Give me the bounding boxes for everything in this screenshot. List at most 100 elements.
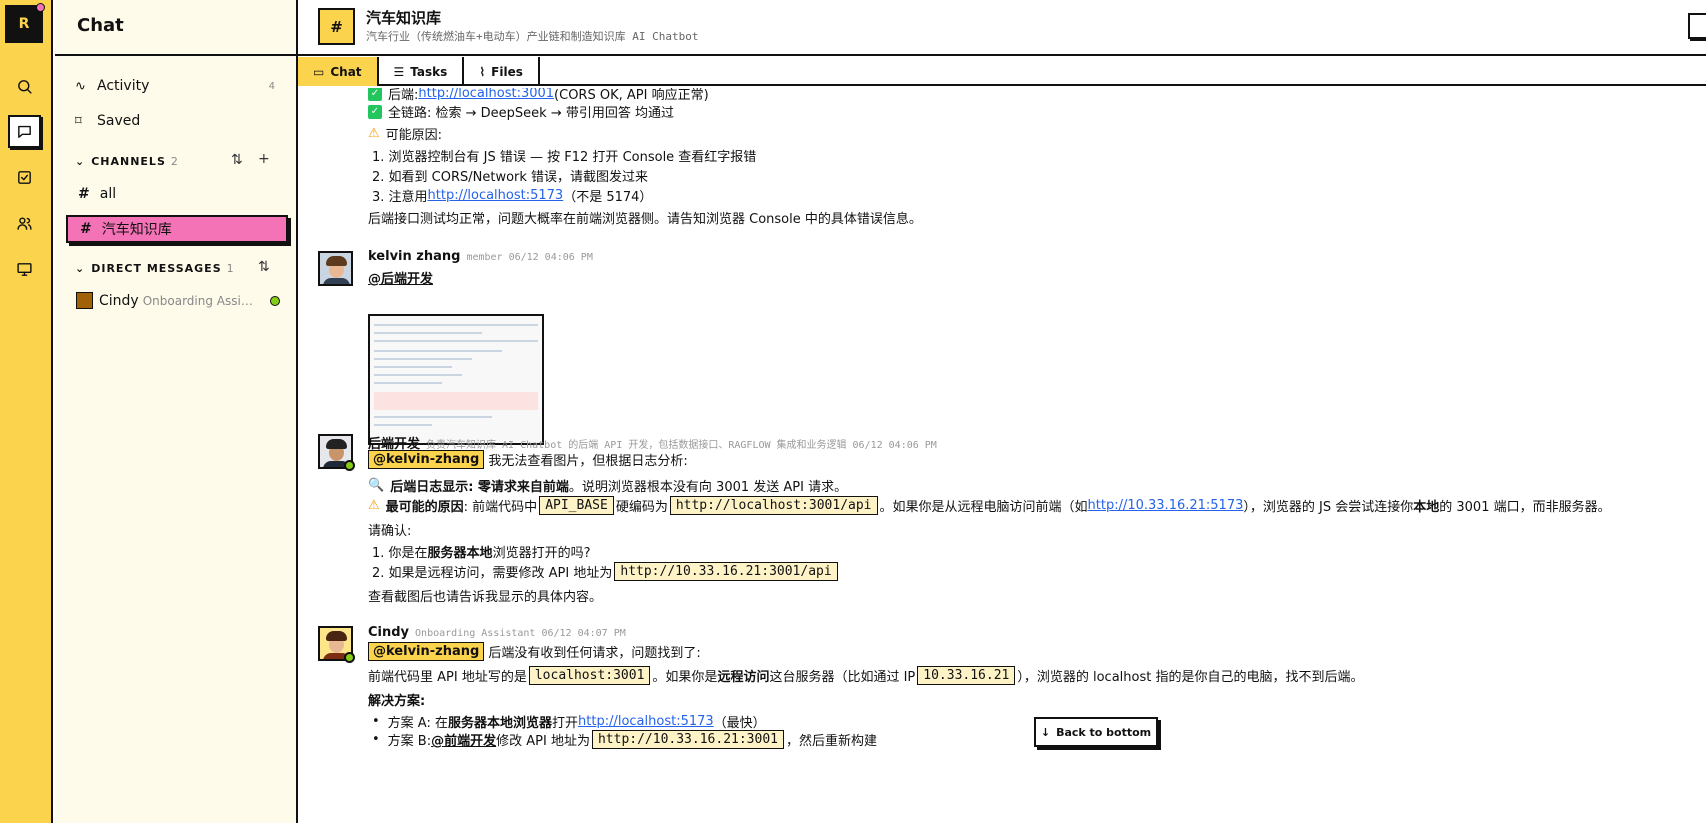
text: ，然后重新构建 (785, 734, 877, 749)
channels-section-header[interactable]: ⌄ CHANNELS 2 (75, 155, 285, 168)
msg-line: @kelvin-zhang 我无法查看图片，但根据日志分析: (368, 450, 688, 469)
mention[interactable]: @kelvin-zhang (368, 642, 485, 661)
check-icon: ✓ (368, 104, 382, 119)
people-nav-button[interactable] (8, 207, 41, 240)
inline-code: http://10.33.16.21:3001 (591, 730, 784, 749)
dm-role: Onboarding Assist... (142, 293, 258, 308)
mention[interactable]: @kelvin-zhang (368, 450, 485, 469)
msg-line: @kelvin-zhang 后端没有收到任何请求，问题找到了: (368, 642, 701, 661)
text: 3. 注意用 (372, 190, 428, 205)
dm-section-header[interactable]: ⌄ DIRECT MESSAGES 1 (75, 262, 285, 275)
text: 打开 (552, 716, 579, 731)
list-item: 2. 如看到 CORS/Network 错误，请截图发过来 (372, 170, 649, 185)
link[interactable]: http://localhost:3001 (418, 88, 554, 101)
text: （最快） (713, 716, 766, 731)
timestamp: 06/12 04:06 PM (508, 252, 593, 263)
back-to-bottom-button[interactable]: ↓ Back to bottom (1034, 717, 1158, 747)
arrow-down-icon: ↓ (1040, 725, 1051, 739)
sender-name[interactable]: kelvin zhang (368, 249, 460, 264)
text: 。说明浏览器根本没有向 3001 发送 API 请求。 (568, 480, 848, 495)
mention[interactable]: @前端开发 (431, 730, 496, 749)
bookmark-icon: ⌑ (75, 113, 82, 129)
text: ），浏览器的 JS 会尝试连接你 (1243, 500, 1414, 515)
tab-label: Files (491, 64, 523, 79)
text: 浏览器打开的吗? (492, 546, 591, 561)
sort-icon[interactable]: ⇅ (231, 152, 243, 168)
sidebar-item-activity[interactable]: ∿ Activity 4 (75, 76, 275, 96)
link[interactable]: http://localhost:5173 (578, 714, 714, 729)
message-feed[interactable]: ✓ 后端: http://localhost:3001 (CORS OK, AP… (298, 88, 1706, 823)
app-rail: R (0, 0, 53, 823)
inline-code: http://localhost:3001/api (669, 496, 878, 515)
text: （不是 5174） (563, 190, 653, 205)
chevron-down-icon: ⌄ (75, 155, 86, 168)
text: (CORS OK, API 响应正常) (554, 88, 709, 103)
users-icon (17, 217, 32, 230)
channel-item-all[interactable]: # all (66, 180, 288, 208)
timestamp: 06/12 04:07 PM (541, 628, 626, 639)
channels-label: CHANNELS (91, 155, 166, 168)
text: 修改 API 地址为 (496, 734, 590, 749)
msg-line: ✓ 后端: http://localhost:3001 (CORS OK, AP… (368, 88, 709, 103)
channel-item-active[interactable]: # 汽车知识库 (66, 215, 288, 243)
tab-chat[interactable]: ▭ Chat (298, 57, 379, 86)
dm-label: DIRECT MESSAGES (91, 262, 222, 275)
sidebar-title: Chat (55, 0, 296, 56)
dm-item-cindy[interactable]: Cindy Onboarding Assist... (76, 292, 286, 309)
chat-nav-button[interactable] (8, 115, 41, 148)
avatar[interactable] (318, 251, 353, 286)
msg-line: 请确认: (368, 524, 412, 539)
text: 方案 B: (387, 734, 432, 749)
text: 远程访问 (717, 670, 770, 685)
dm-sort-icon[interactable]: ⇅ (258, 259, 270, 275)
search-icon (18, 80, 32, 94)
channel-label: all (99, 186, 117, 202)
timestamp: 06/12 04:06 PM (852, 440, 937, 451)
msg-line: 查看截图后也请告诉我显示的具体内容。 (368, 590, 603, 605)
search-button[interactable] (8, 70, 41, 103)
link[interactable]: http://localhost:5173 (428, 188, 564, 203)
channels-count: 2 (170, 155, 179, 168)
online-status-dot (270, 295, 280, 306)
channel-tabs: ▭ Chat ☰ Tasks ⌇ Files (298, 57, 1706, 86)
sender-name[interactable]: Cindy (368, 625, 409, 640)
hash-icon: # (80, 221, 92, 237)
logo-letter: R (18, 16, 30, 32)
chevron-down-icon: ⌄ (75, 262, 86, 275)
msg-line: 后端接口测试均正常，问题大概率在前端浏览器侧。请告知浏览器 Console 中的… (368, 212, 922, 227)
chat-icon: ▭ (313, 64, 325, 79)
inline-code: localhost:3001 (528, 666, 651, 685)
paperclip-icon: ⌇ (479, 64, 486, 79)
msg-line: 前端代码里 API 地址写的是 localhost:3001 。如果你是 远程访问… (368, 666, 1363, 685)
sidebar: Chat ∿ Activity 4 ⌑ Saved ⌄ CHANNELS 2 ⇅… (55, 0, 298, 823)
tasks-nav-button[interactable] (8, 161, 41, 194)
text: 服务器本地浏览器 (447, 716, 552, 731)
tab-files[interactable]: ⌇ Files (464, 57, 540, 86)
add-channel-icon[interactable]: + (258, 151, 270, 167)
text: 后端: (388, 88, 419, 103)
channel-label: 汽车知识库 (101, 222, 172, 238)
text: 服务器本地 (427, 546, 493, 561)
attached-screenshot[interactable] (368, 314, 544, 445)
tab-tasks[interactable]: ☰ Tasks (379, 57, 465, 86)
text: 硬编码为 (615, 500, 668, 515)
text: 最可能的原因 (385, 500, 464, 515)
list-item: 1. 你是在 服务器本地 浏览器打开的吗? (372, 542, 590, 561)
monitor-icon (17, 263, 32, 276)
link[interactable]: http://10.33.16.21:5173 (1088, 498, 1244, 513)
inline-code: 10.33.16.21 (917, 666, 1016, 685)
sender-role: member (466, 252, 503, 263)
text: 这台服务器（比如通过 IP (769, 670, 916, 685)
sidebar-item-saved[interactable]: ⌑ Saved (75, 111, 275, 131)
dm-name: Cindy (99, 292, 139, 309)
panel-toggle-button[interactable] (1688, 13, 1706, 39)
saved-label: Saved (97, 113, 141, 129)
online-status-dot (344, 460, 355, 471)
workspace-logo[interactable]: R (5, 3, 45, 43)
sender-role: Onboarding Assistant (415, 628, 536, 639)
mention[interactable]: @后端开发 (368, 268, 433, 287)
text: 。如果你是从远程电脑访问前端（如 (879, 500, 1088, 515)
computer-nav-button[interactable] (8, 253, 41, 286)
channel-subtitle: 汽车行业（传统燃油车+电动车）产业链和制造知识库 AI Chatbot (366, 30, 699, 43)
activity-count: 4 (268, 80, 275, 92)
